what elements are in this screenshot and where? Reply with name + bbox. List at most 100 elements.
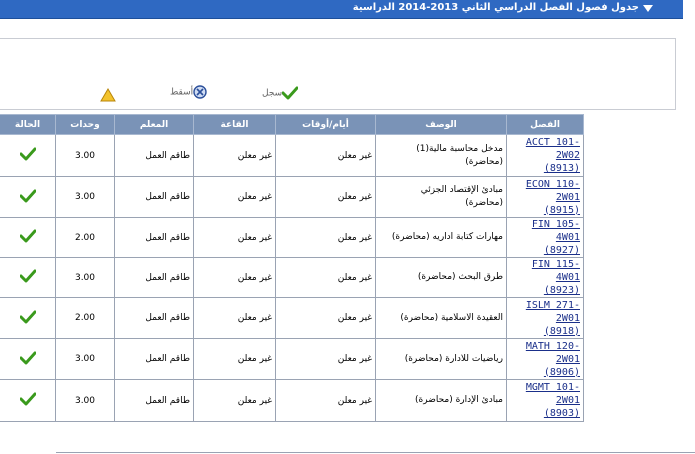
class-link[interactable]: MATH 120- 2W01 (8906): [510, 340, 580, 379]
status-cell: [0, 134, 56, 177]
class-code[interactable]: ECON 110-: [510, 178, 580, 191]
class-cell: ACCT 101- 2W02 (8913): [506, 134, 584, 177]
enrolled-check-icon: [19, 189, 36, 202]
class-cell: ECON 110- 2W01 (8915): [506, 176, 584, 218]
description-line: طرق البحث (محاضرة): [417, 272, 503, 282]
instructor-cell: طاقم العمل: [114, 297, 194, 339]
class-section[interactable]: 2W01: [510, 191, 580, 204]
class-code[interactable]: FIN 115-4W01: [510, 258, 580, 284]
instructor-cell: طاقم العمل: [114, 338, 194, 380]
class-code[interactable]: ISLM 271-: [510, 299, 580, 312]
class-number[interactable]: (8918): [510, 325, 580, 338]
instructor-cell: طاقم العمل: [114, 176, 194, 218]
col-days-times: أيام/أوقات: [275, 114, 376, 135]
description-cell: مبادئ الإقتصاد الجزئي (محاضرة): [375, 176, 507, 218]
class-cell: MGMT 101- 2W01 (8903): [506, 379, 584, 422]
status-cell: [0, 338, 56, 380]
class-number[interactable]: (8923): [510, 284, 580, 297]
col-status: الحالة: [0, 114, 56, 135]
status-cell: [0, 379, 56, 422]
class-code[interactable]: ACCT 101-: [510, 136, 580, 149]
class-section[interactable]: 2W01: [510, 394, 580, 407]
class-section[interactable]: 2W01: [510, 353, 580, 366]
room-cell: غير معلن: [193, 134, 276, 177]
enrolled-check-icon: [19, 310, 36, 323]
table-row: 2.00 طاقم العمل غير معلن غير معلن مهارات…: [0, 217, 584, 258]
table-row: 3.00 طاقم العمل غير معلن غير معلن مبادئ …: [0, 379, 584, 422]
col-units: وحدات: [55, 114, 115, 135]
room-cell: غير معلن: [193, 257, 276, 298]
section-title: جدول فصول الفصل الدراسي الثاني 2013-2014…: [352, 2, 639, 13]
room-cell: غير معلن: [193, 297, 276, 339]
description-cell: العقيدة الاسلامية (محاضرة): [375, 297, 507, 339]
days-cell: غير معلن: [275, 338, 376, 380]
section-header: جدول فصول الفصل الدراسي الثاني 2013-2014…: [0, 0, 683, 19]
check-icon: [282, 86, 299, 100]
days-cell: غير معلن: [275, 176, 376, 218]
table-row: 3.00 طاقم العمل غير معلن غير معلن مبادئ …: [0, 176, 584, 218]
class-number[interactable]: (8915): [510, 204, 580, 217]
table-row: 3.00 طاقم العمل غير معلن غير معلن رياضيا…: [0, 338, 584, 380]
class-schedule-table: الحالة وحدات المعلم القاعة أيام/أوقات ال…: [0, 114, 584, 422]
legend-warning: [100, 88, 116, 102]
status-cell: [0, 217, 56, 258]
description-line: مبادئ الإقتصاد الجزئي: [420, 185, 503, 195]
class-link[interactable]: ACCT 101- 2W02 (8913): [510, 136, 580, 175]
legend-dropped: أسقط: [170, 85, 207, 99]
instructor-cell: طاقم العمل: [114, 134, 194, 177]
units-cell: 3.00: [55, 134, 115, 177]
class-link[interactable]: MGMT 101- 2W01 (8903): [510, 381, 580, 420]
col-instructor: المعلم: [114, 114, 194, 135]
units-cell: 3.00: [55, 379, 115, 422]
class-number[interactable]: (8913): [510, 162, 580, 175]
units-cell: 2.00: [55, 217, 115, 258]
description-line: مهارات كتابة اداريه (محاضرة): [391, 232, 503, 242]
room-cell: غير معلن: [193, 338, 276, 380]
enrolled-check-icon: [19, 147, 36, 161]
days-cell: غير معلن: [275, 217, 376, 258]
legend-dropped-label: أسقط: [170, 87, 194, 98]
class-number[interactable]: (8906): [510, 366, 580, 379]
units-cell: 3.00: [55, 338, 115, 380]
description-line: رياضيات للادارة (محاضرة): [404, 353, 503, 364]
class-code[interactable]: MGMT 101-: [510, 381, 580, 394]
class-number[interactable]: (8927): [510, 244, 580, 257]
room-cell: غير معلن: [193, 217, 276, 258]
days-cell: غير معلن: [275, 257, 376, 298]
table-row: 3.00 طاقم العمل غير معلن غير معلن مدخل م…: [0, 134, 584, 177]
legend-enrolled: سجل: [262, 86, 299, 100]
collapse-triangle-icon[interactable]: [643, 5, 653, 12]
bottom-divider: [56, 452, 695, 453]
class-section[interactable]: 2W01: [510, 312, 580, 325]
description-cell: مهارات كتابة اداريه (محاضرة): [375, 217, 507, 258]
instructor-cell: طاقم العمل: [114, 257, 194, 298]
class-link[interactable]: ECON 110- 2W01 (8915): [510, 178, 580, 217]
col-room: القاعة: [193, 114, 276, 135]
class-section[interactable]: 2W02: [510, 149, 580, 162]
class-code[interactable]: FIN 105-4W01: [510, 218, 580, 244]
table-row: 3.00 طاقم العمل غير معلن غير معلن طرق ال…: [0, 257, 584, 298]
class-cell: ISLM 271- 2W01 (8918): [506, 297, 584, 339]
days-cell: غير معلن: [275, 297, 376, 339]
enrolled-check-icon: [19, 229, 36, 243]
units-cell: 2.00: [55, 297, 115, 339]
units-cell: 3.00: [55, 257, 115, 298]
class-link[interactable]: FIN 115-4W01 (8923): [510, 258, 580, 297]
enrolled-check-icon: [19, 269, 36, 283]
status-cell: [0, 297, 56, 339]
class-code[interactable]: MATH 120-: [510, 340, 580, 353]
room-cell: غير معلن: [193, 176, 276, 218]
class-cell: FIN 115-4W01 (8923): [506, 257, 584, 298]
legend-enrolled-label: سجل: [262, 88, 283, 99]
days-cell: غير معلن: [275, 134, 376, 177]
class-number[interactable]: (8903): [510, 407, 580, 420]
class-link[interactable]: FIN 105-4W01 (8927): [510, 218, 580, 257]
instructor-cell: طاقم العمل: [114, 379, 194, 422]
class-link[interactable]: ISLM 271- 2W01 (8918): [510, 299, 580, 338]
description-type: (محاضرة): [465, 156, 503, 167]
description-cell: مدخل محاسبة مالية(1) (محاضرة): [375, 134, 507, 177]
instructor-cell: طاقم العمل: [114, 217, 194, 258]
description-cell: رياضيات للادارة (محاضرة): [375, 338, 507, 380]
units-cell: 3.00: [55, 176, 115, 218]
class-cell: FIN 105-4W01 (8927): [506, 217, 584, 258]
